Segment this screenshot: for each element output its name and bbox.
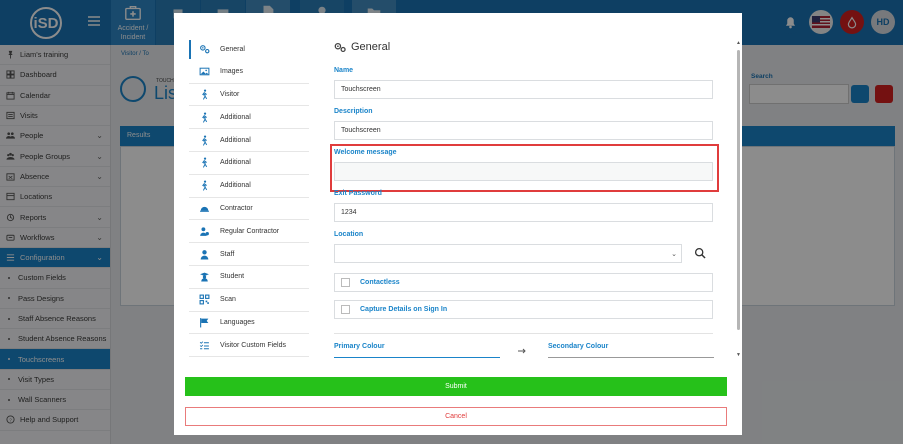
list-check-icon	[199, 341, 209, 350]
contactless-row[interactable]: Contactless	[334, 273, 713, 292]
primary-colour-label: Primary Colour	[334, 343, 385, 350]
modal-nav-item-images[interactable]: Images	[189, 61, 309, 84]
edit-touchscreen-modal: General Images Visitor Additional Additional…	[174, 13, 742, 435]
modal-nav-label: Additional	[220, 182, 251, 190]
modal-body: General Images Visitor Additional Additional…	[174, 13, 742, 358]
walking-icon	[202, 180, 208, 191]
modal-nav-label: General	[220, 45, 245, 53]
description-field[interactable]: Touchscreen	[334, 121, 713, 140]
modal-nav: General Images Visitor Additional Additional…	[189, 38, 309, 358]
staff-icon	[200, 249, 209, 260]
contractor-user-icon	[200, 227, 209, 236]
walking-icon	[202, 157, 208, 169]
image-icon	[199, 67, 210, 76]
section-title-text: General	[351, 41, 391, 53]
helmet-icon	[200, 206, 209, 212]
modal-nav-label: Languages	[220, 318, 255, 326]
modal-nav-item-additional[interactable]: Additional	[189, 152, 309, 175]
modal-nav-label: Student	[220, 273, 245, 281]
modal-nav-label: Visitor Custom Fields	[220, 341, 287, 349]
secondary-colour-picker[interactable]	[548, 357, 714, 358]
modal-nav-label: Contractor	[220, 204, 253, 212]
modal-nav-item-languages[interactable]: Languages	[189, 312, 309, 335]
modal-nav-item-additional[interactable]: Additional	[189, 129, 309, 152]
flag-icon	[200, 318, 209, 328]
scroll-thumb[interactable]	[737, 50, 740, 330]
walking-icon	[202, 89, 208, 100]
modal-nav-label: Visitor	[220, 90, 240, 98]
scroll-down-icon[interactable]: ▼	[736, 352, 741, 358]
modal-scrollbar[interactable]: ▲ ▼	[736, 40, 741, 358]
modal-nav-item-scan[interactable]: Scan	[189, 289, 309, 312]
modal-nav-item-general[interactable]: General	[189, 38, 309, 61]
modal-nav-item-student[interactable]: Student	[189, 266, 309, 289]
cogs-icon	[200, 44, 210, 54]
location-label: Location	[334, 231, 364, 238]
name-label: Name	[334, 67, 354, 74]
student-icon	[200, 273, 209, 282]
capture-details-label: Capture Details on Sign In	[360, 306, 448, 313]
location-select[interactable]: ⌄	[334, 244, 682, 263]
search-icon[interactable]	[694, 247, 707, 260]
welcome-message-field[interactable]	[334, 162, 713, 181]
contactless-label: Contactless	[360, 279, 400, 286]
contactless-checkbox[interactable]	[341, 278, 350, 287]
welcome-message-label: Welcome message	[334, 149, 397, 156]
cancel-button[interactable]: Cancel	[185, 407, 727, 426]
modal-nav-item-regular-contractor[interactable]: Regular Contractor	[189, 220, 309, 244]
modal-nav-item-contractor[interactable]: Contractor	[189, 198, 309, 221]
chevron-down-icon: ⌄	[671, 251, 677, 258]
modal-nav-label: Regular Contractor	[220, 227, 280, 235]
walking-icon	[202, 112, 208, 123]
modal-nav-item-visitor-custom-fields[interactable]: Visitor Custom Fields	[189, 334, 309, 358]
modal-nav-label: Additional	[220, 136, 251, 144]
cogs-icon	[334, 42, 346, 52]
modal-nav-label: Staff	[220, 250, 235, 258]
modal-nav-item-staff[interactable]: Staff	[189, 243, 309, 266]
modal-nav-label: Scan	[220, 296, 236, 304]
swap-icon[interactable]	[517, 348, 527, 356]
secondary-colour-label: Secondary Colour	[548, 343, 609, 350]
divider	[334, 333, 713, 334]
exit-password-field[interactable]: 1234	[334, 203, 713, 222]
general-form: General Name Touchscreen Description Tou…	[334, 38, 714, 358]
capture-details-checkbox[interactable]	[341, 305, 350, 314]
submit-button[interactable]: Submit	[185, 377, 727, 396]
modal-nav-item-additional[interactable]: Additional	[189, 175, 309, 198]
modal-nav-item-additional[interactable]: Additional	[189, 106, 309, 130]
modal-nav-label: Images	[220, 68, 243, 76]
primary-colour-picker[interactable]	[334, 357, 500, 358]
modal-nav-label: Additional	[220, 113, 251, 121]
modal-nav-item-visitor[interactable]: Visitor	[189, 84, 309, 107]
modal-nav-label: Additional	[220, 159, 251, 167]
walking-icon	[202, 135, 208, 146]
scroll-up-icon[interactable]: ▲	[736, 40, 741, 46]
capture-details-row[interactable]: Capture Details on Sign In	[334, 300, 713, 319]
name-field[interactable]: Touchscreen	[334, 80, 713, 99]
qrcode-icon	[199, 294, 210, 305]
exit-password-label: Exit Password	[334, 190, 382, 197]
section-title: General	[334, 38, 714, 56]
description-label: Description	[334, 108, 373, 115]
